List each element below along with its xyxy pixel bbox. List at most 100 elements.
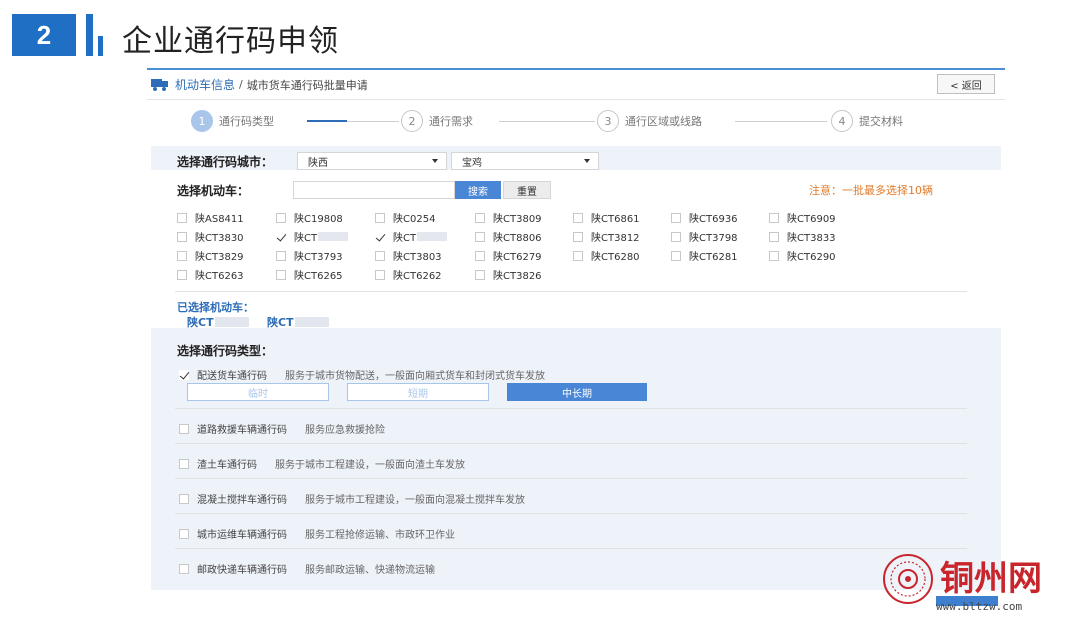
vehicle-plate: 陕CT3793 xyxy=(294,252,343,263)
vehicle-option[interactable]: 陕CT3829 xyxy=(177,248,244,263)
selected-vehicle[interactable]: 陕CT xyxy=(267,314,329,330)
vehicle-option[interactable]: 陕CT6936 xyxy=(671,210,738,225)
back-button[interactable]: < 返回 xyxy=(937,74,995,94)
checkbox[interactable] xyxy=(375,250,385,261)
pass-type-option-delivery[interactable]: 配送货车通行码 服务于城市货物配送，一般面向厢式货车和封闭式货车发放 xyxy=(179,367,545,382)
divider xyxy=(175,478,967,479)
selected-vehicle[interactable]: 陕CT xyxy=(187,314,249,330)
checkbox[interactable] xyxy=(179,423,189,434)
checkbox[interactable] xyxy=(276,212,286,223)
vehicle-plate: 陕CT6279 xyxy=(493,252,542,263)
checkbox[interactable] xyxy=(573,231,583,242)
vehicle-option[interactable]: 陕CT3812 xyxy=(573,229,640,244)
checkbox[interactable] xyxy=(179,528,189,539)
vehicle-option[interactable]: 陕CT8806 xyxy=(475,229,542,244)
step-3: 3 通行区域或线路 xyxy=(597,110,702,132)
reset-button[interactable]: 重置 xyxy=(503,181,551,199)
checkbox[interactable] xyxy=(375,269,385,280)
checkbox[interactable] xyxy=(179,493,189,504)
pass-type-option[interactable]: 渣土车通行码 服务于城市工程建设，一般面向渣土车发放 xyxy=(179,456,465,471)
checkbox[interactable] xyxy=(671,212,681,223)
duration-temporary-button[interactable]: 临时 xyxy=(187,383,329,401)
vehicle-option[interactable]: 陕CT3793 xyxy=(276,248,343,263)
limit-note: 注意：一批最多选择10辆 xyxy=(809,184,933,197)
vehicle-option[interactable]: 陕CT3826 xyxy=(475,267,542,282)
pass-type-option[interactable]: 混凝土搅拌车通行码 服务于城市工程建设，一般面向混凝土搅拌车发放 xyxy=(179,491,525,506)
vehicle-option[interactable]: 陕CT6281 xyxy=(671,248,738,263)
pass-type-option[interactable]: 道路救援车辆通行码 服务应急救援抢险 xyxy=(179,421,385,436)
step-label: 通行区域或线路 xyxy=(625,115,702,128)
breadcrumb-root[interactable]: 机动车信息 xyxy=(175,76,235,93)
checkbox[interactable] xyxy=(179,563,189,574)
step-label: 通行需求 xyxy=(429,115,473,128)
duration-short-button[interactable]: 短期 xyxy=(347,383,489,401)
vehicle-option[interactable]: 陕CT3833 xyxy=(769,229,836,244)
vehicle-plate: 陕CT6281 xyxy=(689,252,738,263)
step-label: 提交材料 xyxy=(859,115,903,128)
vehicle-option[interactable]: 陕CT6262 xyxy=(375,267,442,282)
breadcrumb-current: 城市货车通行码批量申请 xyxy=(246,78,368,92)
vehicle-option[interactable]: 陕CT6290 xyxy=(769,248,836,263)
checkbox[interactable] xyxy=(276,231,286,242)
vehicle-option[interactable]: 陕CT6279 xyxy=(475,248,542,263)
checkbox[interactable] xyxy=(179,458,189,469)
checkbox[interactable] xyxy=(177,212,187,223)
vehicle-plate: 陕CT6290 xyxy=(787,252,836,263)
masked-plate xyxy=(318,232,349,241)
province-select[interactable]: 陕西 xyxy=(297,152,447,170)
vehicle-option[interactable]: 陕AS8411 xyxy=(177,210,244,225)
pass-type-name: 道路救援车辆通行码 xyxy=(197,425,287,436)
vehicle-plate: 陕C19808 xyxy=(294,214,343,225)
checkbox[interactable] xyxy=(573,250,583,261)
pass-type-desc: 服务工程抢修运输、市政环卫作业 xyxy=(305,530,455,541)
vehicle-option[interactable]: 陕CT3809 xyxy=(475,210,542,225)
checkbox[interactable] xyxy=(769,212,779,223)
vehicle-option[interactable]: 陕CT3830 xyxy=(177,229,244,244)
checkbox[interactable] xyxy=(769,250,779,261)
pass-type-option[interactable]: 城市运维车辆通行码 服务工程抢修运输、市政环卫作业 xyxy=(179,526,455,541)
step-number: 2 xyxy=(401,110,423,132)
checkbox[interactable] xyxy=(671,250,681,261)
checkbox[interactable] xyxy=(276,269,286,280)
vehicle-option[interactable]: 陕CT6263 xyxy=(177,267,244,282)
checkbox[interactable] xyxy=(475,269,485,280)
checkbox[interactable] xyxy=(177,269,187,280)
vehicle-plate: 陕CT3809 xyxy=(493,214,542,225)
checkbox[interactable] xyxy=(179,369,189,380)
vehicle-option[interactable]: 陕C19808 xyxy=(276,210,343,225)
pass-type-desc: 服务于城市工程建设，一般面向混凝土搅拌车发放 xyxy=(305,495,525,506)
duration-long-button[interactable]: 中长期 xyxy=(507,383,647,401)
vehicle-option[interactable]: 陕CT6265 xyxy=(276,267,343,282)
checkbox[interactable] xyxy=(671,231,681,242)
vehicle-option[interactable]: 陕CT6861 xyxy=(573,210,640,225)
checkbox[interactable] xyxy=(769,231,779,242)
vehicle-option[interactable]: 陕CT3803 xyxy=(375,248,442,263)
vehicle-option[interactable]: 陕C0254 xyxy=(375,210,435,225)
vehicle-option[interactable]: 陕CT xyxy=(375,229,448,244)
vehicle-search-input[interactable] xyxy=(293,181,455,199)
vehicle-plate: 陕CT3826 xyxy=(493,271,542,282)
vehicle-option[interactable]: 陕CT xyxy=(276,229,349,244)
vehicle-plate: 陕CT3803 xyxy=(393,252,442,263)
search-button[interactable]: 搜索 xyxy=(455,181,501,199)
checkbox[interactable] xyxy=(475,212,485,223)
province-value: 陕西 xyxy=(308,157,328,169)
checkbox[interactable] xyxy=(475,231,485,242)
checkbox[interactable] xyxy=(177,250,187,261)
seal-icon xyxy=(883,554,933,604)
slide-number: 2 xyxy=(12,14,76,56)
checkbox[interactable] xyxy=(276,250,286,261)
checkbox[interactable] xyxy=(475,250,485,261)
step-number: 1 xyxy=(191,110,213,132)
city-select[interactable]: 宝鸡 xyxy=(451,152,599,170)
vehicle-plate: 陕CT3812 xyxy=(591,233,640,244)
breadcrumb-separator: / xyxy=(239,78,243,91)
pass-type-option[interactable]: 邮政快递车辆通行码 服务邮政运输、快递物流运输 xyxy=(179,561,435,576)
vehicle-option[interactable]: 陕CT6909 xyxy=(769,210,836,225)
checkbox[interactable] xyxy=(573,212,583,223)
checkbox[interactable] xyxy=(375,231,385,242)
vehicle-option[interactable]: 陕CT6280 xyxy=(573,248,640,263)
checkbox[interactable] xyxy=(177,231,187,242)
vehicle-option[interactable]: 陕CT3798 xyxy=(671,229,738,244)
checkbox[interactable] xyxy=(375,212,385,223)
